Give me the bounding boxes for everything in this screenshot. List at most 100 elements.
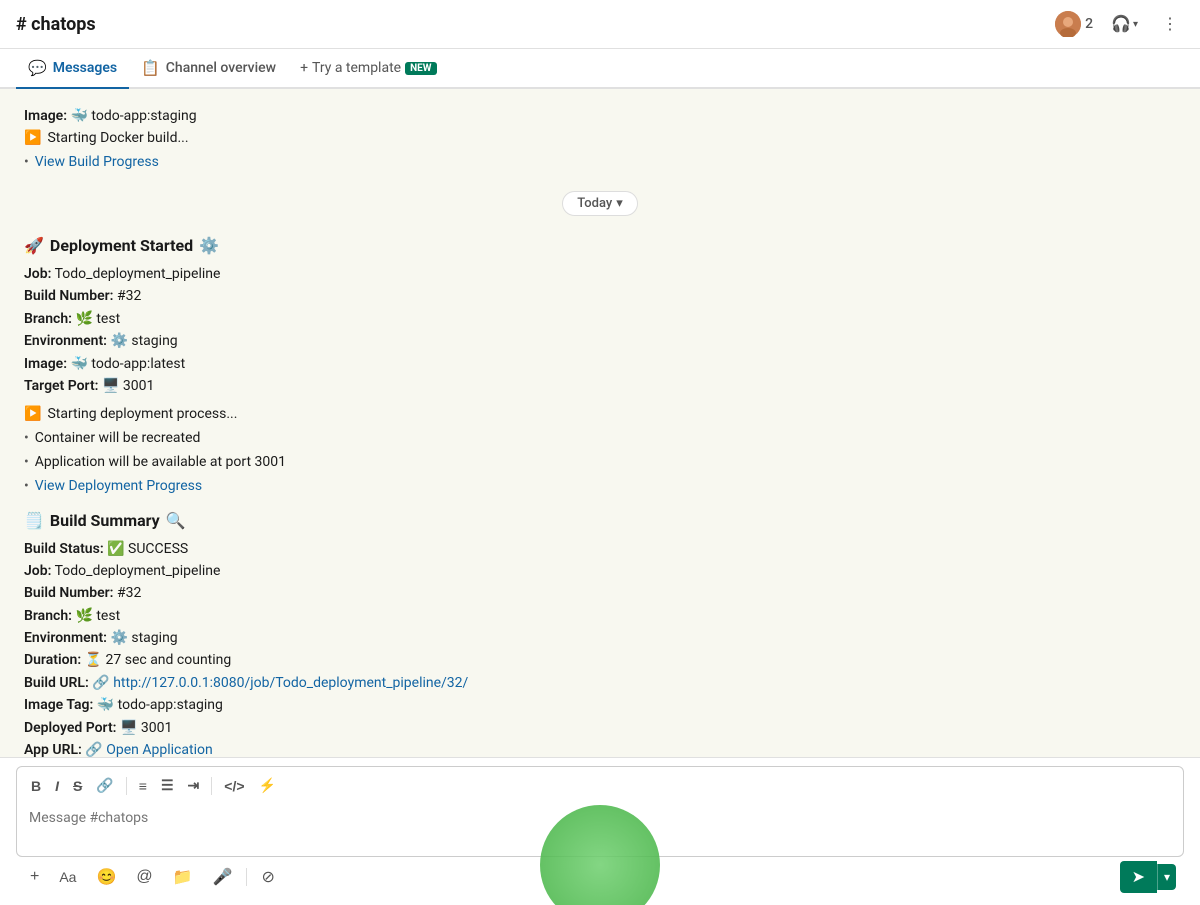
build-summary-header: 🗒️ Build Summary 🔍 [24, 511, 1176, 530]
build-summary-title: Build Summary [50, 511, 160, 530]
more-icon: ⋮ [1162, 14, 1178, 34]
member-count: 2 [1085, 16, 1093, 32]
chevron-down-icon: ▾ [1133, 19, 1138, 30]
send-icon: ➤ [1132, 867, 1145, 887]
dep-environment-line: Environment: ⚙️ staging [24, 330, 1176, 352]
channel-overview-tab-icon: 📋 [141, 59, 160, 77]
input-toolbar: B I S 🔗 ≡ ☰ ⇥ </> ⚡ [17, 767, 1183, 802]
input-bottom-bar: + Aa 😊 @ 📁 🎤 ⊘ ➤ ▾ [16, 857, 1184, 895]
header-left: # chatops [16, 14, 96, 35]
today-chevron-icon: ▾ [616, 196, 623, 211]
avatar [1055, 11, 1081, 37]
magnifier-icon: 🔍 [166, 511, 186, 530]
input-area: B I S 🔗 ≡ ☰ ⇥ </> ⚡ + Aa 😊 @ 📁 🎤 ⊘ ➤ [0, 757, 1200, 905]
build-status-line: Build Status: ✅ SUCCESS [24, 538, 1176, 560]
messages-tab-label: Messages [53, 60, 117, 76]
nav-tabs: 💬 Messages 📋 Channel overview + Try a te… [0, 49, 1200, 89]
deployment-started-header: 🚀 Deployment Started ⚙️ [24, 236, 1176, 255]
bs-deployed-port-line: Deployed Port: 🖥️ 3001 [24, 717, 1176, 739]
app-available-bullet: Application will be available at port 30… [24, 451, 1176, 475]
bs-duration-line: Duration: ⏳ 27 sec and counting [24, 649, 1176, 671]
plus-icon: + [300, 60, 308, 76]
gear-icon: ⚙️ [199, 236, 219, 255]
deployment-started-title: Deployment Started [50, 236, 193, 255]
audio-button[interactable]: 🎤 [207, 863, 239, 891]
dep-image-line: Image: 🐳 todo-app:latest [24, 353, 1176, 375]
unordered-list-button[interactable]: ☰ [155, 773, 180, 798]
toolbar-divider-2 [211, 777, 212, 795]
starting-docker-line: ▶️ Starting Docker build... [24, 127, 1176, 151]
bs-image-tag-line: Image Tag: 🐳 todo-app:staging [24, 694, 1176, 716]
build-url-link[interactable]: http://127.0.0.1:8080/job/Todo_deploymen… [113, 675, 468, 691]
avatar-group[interactable]: 2 [1055, 11, 1093, 37]
bottom-divider [246, 868, 247, 886]
emoji-button[interactable]: 😊 [90, 863, 122, 891]
italic-button[interactable]: I [49, 774, 65, 798]
ordered-list-button[interactable]: ≡ [133, 774, 153, 798]
bold-button[interactable]: B [25, 774, 47, 798]
format-text-button[interactable]: Aa [53, 865, 82, 889]
link-button[interactable]: 🔗 [90, 773, 119, 798]
header: # chatops 2 🎧 ▾ ⋮ [0, 0, 1200, 49]
bs-app-url-line: App URL: 🔗 Open Application [24, 739, 1176, 757]
dep-job-line: Job: Todo_deployment_pipeline [24, 263, 1176, 285]
notepad-icon: 🗒️ [24, 511, 44, 530]
bs-build-number-line: Build Number: #32 [24, 582, 1176, 604]
shortcuts-button[interactable]: ⊘ [255, 863, 280, 891]
rocket-icon: 🚀 [24, 236, 44, 255]
add-attachment-button[interactable]: + [24, 864, 45, 890]
strikethrough-button[interactable]: S [67, 774, 88, 798]
send-chevron-icon: ▾ [1164, 870, 1170, 884]
dep-target-port-line: Target Port: 🖥️ 3001 [24, 375, 1176, 397]
deployment-started-section: 🚀 Deployment Started ⚙️ Job: Todo_deploy… [0, 228, 1200, 503]
new-badge: NEW [405, 62, 436, 75]
channel-title: # chatops [16, 14, 96, 35]
docker-icon: 🐳 [71, 108, 88, 124]
build-summary-details: Build Status: ✅ SUCCESS Job: Todo_deploy… [24, 538, 1176, 757]
view-build-progress-link[interactable]: View Build Progress [35, 151, 159, 175]
bs-job-line: Job: Todo_deployment_pipeline [24, 560, 1176, 582]
bs-environment-line: Environment: ⚙️ staging [24, 627, 1176, 649]
try-template-label: Try a template [312, 60, 401, 76]
send-button[interactable]: ➤ [1120, 861, 1157, 893]
toolbar-divider-1 [126, 777, 127, 795]
today-divider: Today ▾ [0, 179, 1200, 228]
dep-build-number-line: Build Number: #32 [24, 285, 1176, 307]
headphones-icon: 🎧 [1111, 14, 1131, 34]
media-button[interactable]: 📁 [167, 863, 199, 891]
tab-channel-overview[interactable]: 📋 Channel overview [129, 49, 288, 89]
tab-messages[interactable]: 💬 Messages [16, 49, 129, 89]
try-template-button[interactable]: + Try a template NEW [288, 48, 448, 88]
container-recreated-bullet: Container will be recreated [24, 427, 1176, 451]
header-right: 2 🎧 ▾ ⋮ [1055, 10, 1184, 38]
image-line: Image: 🐳 todo-app:staging [24, 105, 1176, 127]
indent-button[interactable]: ⇥ [182, 773, 206, 798]
headphones-button[interactable]: 🎧 ▾ [1105, 10, 1144, 38]
message-list: Image: 🐳 todo-app:staging ▶️ Starting Do… [0, 89, 1200, 757]
code-button[interactable]: </> [218, 774, 250, 798]
mention-button[interactable]: @ [130, 864, 158, 890]
view-deployment-progress-item: View Deployment Progress [24, 475, 1176, 499]
view-build-progress-item: View Build Progress [24, 151, 1176, 175]
send-options-button[interactable]: ▾ [1157, 864, 1176, 890]
play-icon-2: ▶️ [24, 403, 41, 427]
starting-deployment-line: ▶️ Starting deployment process... [24, 403, 1176, 427]
send-group: ➤ ▾ [1120, 861, 1176, 893]
deployment-details: Job: Todo_deployment_pipeline Build Numb… [24, 263, 1176, 397]
workflow-button[interactable]: ⚡ [253, 773, 282, 798]
build-summary-section: 🗒️ Build Summary 🔍 Build Status: ✅ SUCCE… [0, 503, 1200, 757]
bs-branch-line: Branch: 🌿 test [24, 605, 1176, 627]
app-url-link[interactable]: Open Application [106, 742, 212, 757]
play-icon: ▶️ [24, 127, 41, 151]
today-pill[interactable]: Today ▾ [562, 191, 638, 216]
today-label: Today [577, 196, 612, 211]
more-options-button[interactable]: ⋮ [1156, 10, 1184, 38]
bs-build-url-line: Build URL: 🔗 http://127.0.0.1:8080/job/T… [24, 672, 1176, 694]
message-input[interactable] [17, 802, 1183, 852]
input-bottom-left: + Aa 😊 @ 📁 🎤 ⊘ [24, 863, 281, 891]
view-deployment-progress-link[interactable]: View Deployment Progress [35, 475, 202, 499]
channel-overview-tab-label: Channel overview [166, 60, 276, 76]
messages-tab-icon: 💬 [28, 59, 47, 77]
docker-build-section: Image: 🐳 todo-app:staging ▶️ Starting Do… [0, 89, 1200, 179]
dep-branch-line: Branch: 🌿 test [24, 308, 1176, 330]
